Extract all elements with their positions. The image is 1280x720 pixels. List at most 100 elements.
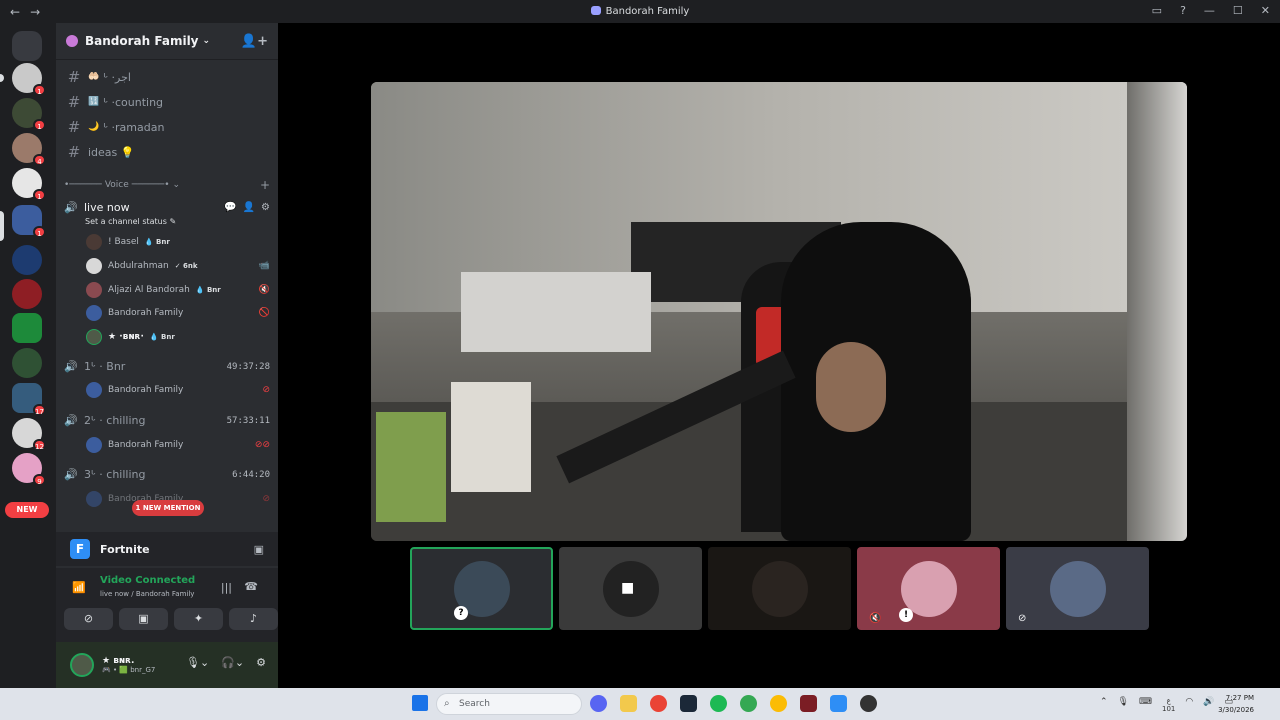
channel-counting[interactable]: # 🔢 ᒡ · counting — [64, 91, 270, 113]
voice-member[interactable]: Bandorah Family ⊘⊘ — [86, 435, 270, 455]
participant-tile[interactable]: ? — [410, 547, 553, 630]
voice-member[interactable]: Bandorah Family 🚫 — [86, 303, 270, 323]
server-icon[interactable] — [12, 279, 42, 309]
noise-suppression-icon[interactable]: ||| — [221, 581, 232, 594]
spotify-icon[interactable] — [710, 695, 727, 712]
voice-member[interactable]: Abdulrahman ✓ 6nk 📹 — [86, 256, 270, 276]
camera-toggle-button[interactable]: ⊘ — [64, 608, 113, 630]
server-icon[interactable]: 4 — [12, 133, 46, 166]
server-icon[interactable]: 1 — [12, 98, 46, 131]
alert-icon: ! — [899, 608, 913, 622]
voice-channel-bnr[interactable]: 🔊 1ᒡ · Bnr 49:37:28 — [64, 360, 270, 373]
add-member-icon[interactable]: 👤+ — [241, 34, 268, 49]
participant-tile[interactable]: ⊘ — [1006, 547, 1149, 630]
file-explorer-icon[interactable] — [620, 695, 637, 712]
voice-member[interactable]: Bandorah Family ⊘ — [86, 380, 270, 400]
minimize-icon[interactable]: — — [1204, 4, 1215, 17]
server-icon[interactable] — [12, 245, 42, 275]
server-icon[interactable]: 1 — [12, 63, 46, 96]
channel-ideas[interactable]: # ideas 💡 — [64, 141, 270, 163]
speaker-icon: 🔊 — [64, 201, 78, 214]
chrome-profile-icon[interactable] — [770, 695, 787, 712]
unread-pill — [0, 74, 4, 82]
avatar[interactable] — [70, 653, 94, 677]
voice-channel-live-now[interactable]: 🔊 live now 💬 👤 ⚙ — [64, 201, 270, 214]
participant-tile[interactable]: 🔇! — [857, 547, 1000, 630]
microphone-tray-icon[interactable]: 🎙 — [1118, 697, 1129, 713]
new-mention-pill[interactable]: 1 NEW MENTION — [132, 500, 204, 516]
server-icon[interactable]: 12 — [12, 418, 46, 451]
headphones-icon[interactable]: 🎧⌄ — [221, 656, 244, 669]
gear-icon[interactable]: ⚙ — [256, 656, 266, 669]
obs-icon[interactable] — [860, 695, 877, 712]
chat-icon[interactable]: 💬 — [224, 202, 236, 213]
maximize-icon[interactable]: ☐ — [1233, 4, 1243, 17]
server-icon[interactable]: 1 — [12, 168, 46, 201]
chrome-icon[interactable] — [650, 695, 667, 712]
hash-icon: # — [67, 143, 81, 161]
microphone-icon[interactable]: 🎙⌄ — [186, 656, 209, 669]
stream-icon[interactable]: ▣ — [254, 543, 264, 556]
taskbar-clock[interactable]: 7:27 PM 3/30/2026 — [1218, 692, 1254, 716]
channel-sidebar: Bandorah Family ⌄ 👤+ # 🤲🏻 ᒡ · اجر # 🔢 ᒡ · co… — [56, 23, 278, 688]
server-icon[interactable]: 17 — [12, 383, 46, 416]
activity-panel[interactable]: F Fortnite ▣ — [56, 532, 278, 566]
language-indicator[interactable]: ع 101 — [1162, 697, 1175, 713]
voice-category[interactable]: •────── Voice ──────• ⌄ + — [64, 178, 270, 192]
voice-member[interactable]: Aljazi Al Bandorah 💧 Bnr 🔇 — [86, 280, 270, 300]
server-icon[interactable]: 9 — [12, 453, 46, 486]
add-channel-icon[interactable]: + — [260, 178, 270, 192]
participant-tile[interactable] — [708, 547, 851, 630]
gear-icon[interactable]: ⚙ — [261, 202, 270, 213]
chrome-profile-icon[interactable] — [740, 695, 757, 712]
steam-icon[interactable] — [680, 695, 697, 712]
screen-share-button[interactable]: ▣ — [119, 608, 168, 630]
participant-tiles: ? ■ 🔇! ⊘ — [410, 547, 1149, 630]
inbox-icon[interactable]: ▭ — [1152, 4, 1162, 17]
avatar — [86, 437, 102, 453]
new-unreads-pill[interactable]: NEW — [5, 502, 49, 518]
user-panel: ★ ʙɴʀ. 🎮 • 🟩 bnr_G7 🎙⌄ 🎧⌄ ⚙ — [56, 642, 278, 688]
discord-app-icon[interactable] — [590, 695, 607, 712]
start-windows-icon[interactable] — [412, 695, 428, 711]
focused-video-feed[interactable] — [371, 82, 1187, 541]
server-icon[interactable] — [12, 313, 42, 343]
activities-button[interactable]: ✦ — [174, 608, 223, 630]
avatar — [86, 382, 102, 398]
channel-ramadan[interactable]: # 🌙 ᒡ · ramadan — [64, 116, 270, 138]
selected-pill — [0, 211, 4, 241]
fortnite-app-icon[interactable] — [830, 695, 847, 712]
voice-member[interactable]: ! Basel 💧 Bnr — [86, 232, 270, 252]
wifi-icon[interactable]: ◠ — [1185, 697, 1193, 713]
keyboard-icon[interactable]: ⌨ — [1139, 697, 1152, 713]
participant-tile[interactable]: ■ — [559, 547, 702, 630]
back-arrow-icon[interactable]: ← — [10, 5, 20, 19]
volume-icon[interactable]: 🔊 — [1203, 697, 1214, 713]
hash-icon: # — [67, 93, 81, 111]
deafened-icon: ⊘ — [1018, 613, 1027, 624]
help-icon[interactable]: ? — [1180, 4, 1186, 17]
signal-icon: 📶 — [72, 581, 86, 594]
server-icon[interactable] — [12, 348, 42, 378]
app-x-icon[interactable] — [800, 695, 817, 712]
channel-status-input[interactable]: Set a channel status ✎ — [85, 217, 176, 226]
taskbar-search[interactable]: ⌕ Search — [436, 693, 582, 715]
voice-channel-chilling-3[interactable]: 🔊 3ᒡ · chilling 6:44:20 — [64, 468, 270, 481]
server-icon-bandorah[interactable]: 1 — [12, 205, 46, 238]
chevron-up-icon[interactable]: ⌃ — [1100, 697, 1108, 713]
forward-arrow-icon[interactable]: → — [30, 5, 40, 19]
server-header[interactable]: Bandorah Family ⌄ 👤+ — [56, 23, 278, 60]
speaker-icon: 🔊 — [64, 360, 78, 373]
voice-channel-chilling[interactable]: 🔊 2ᒡ · chilling 57:33:11 — [64, 414, 270, 427]
soundboard-button[interactable]: ♪ — [229, 608, 278, 630]
invite-icon[interactable]: 👤 — [243, 202, 255, 213]
home-discord-icon[interactable] — [12, 31, 42, 61]
video-icon: 📹 — [258, 261, 270, 271]
chevron-down-icon: ⌄ — [202, 36, 211, 46]
avatar — [86, 305, 102, 321]
disconnect-icon[interactable]: ☎ — [244, 580, 258, 593]
close-icon[interactable]: ✕ — [1261, 4, 1270, 17]
voice-member[interactable]: ★ ·ʙɴʀ· 💧 Bnr — [86, 327, 270, 347]
avatar — [86, 234, 102, 250]
channel-ajr[interactable]: # 🤲🏻 ᒡ · اجر — [64, 66, 270, 88]
